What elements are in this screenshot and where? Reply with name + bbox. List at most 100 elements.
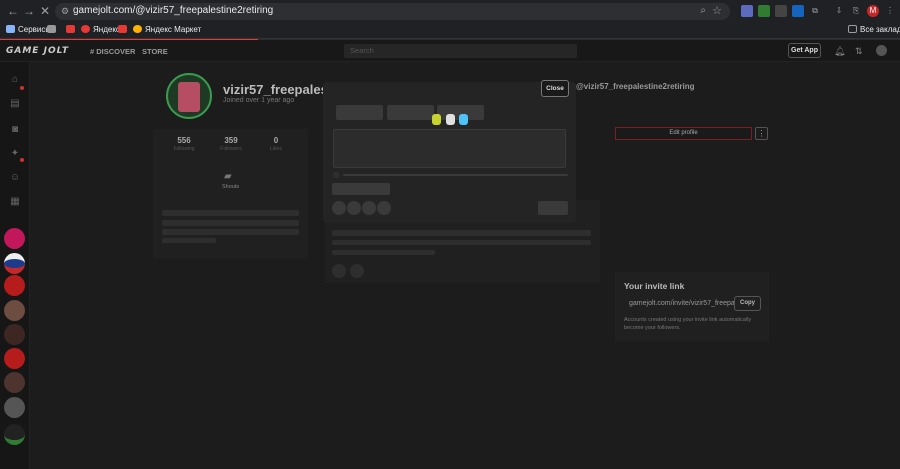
stat-likes[interactable]: 0 Likes <box>251 136 301 152</box>
bookmarks-bar: Сервисы Яндекс Яндекс Маркет Все закладк… <box>0 22 900 39</box>
back-icon[interactable]: ← <box>6 4 20 18</box>
get-app-button[interactable]: Get App <box>788 43 821 58</box>
store-icon[interactable]: ▤ <box>8 98 22 110</box>
download-icon[interactable]: ⇩ <box>833 5 845 17</box>
bookmark-item[interactable]: Сервисы <box>6 25 51 34</box>
extensions-puzzle-icon[interactable]: ⧉ <box>809 5 821 17</box>
skeleton-line <box>162 210 299 216</box>
profile-avatar[interactable]: M <box>867 5 879 17</box>
more-options-button[interactable]: ⋮ <box>755 127 768 140</box>
close-button[interactable]: Close <box>541 80 569 97</box>
url-text: gamejolt.com/@vizir57_freepalestine2reti… <box>73 5 274 16</box>
copy-button[interactable]: Copy <box>734 296 761 311</box>
skeleton-circle <box>350 264 364 278</box>
skeleton-circle[interactable] <box>347 201 361 215</box>
notification-dot <box>20 158 24 162</box>
library-icon[interactable]: ▦ <box>8 196 22 208</box>
skeleton-circle[interactable] <box>377 201 391 215</box>
left-sidebar: ⌂ ▤ ◙ ✦ ☺ ▦ <box>0 62 30 469</box>
forward-icon[interactable]: → <box>22 4 36 18</box>
skeleton-line <box>162 229 299 235</box>
profile-avatar-large[interactable] <box>166 73 212 119</box>
folder-icon <box>848 25 857 33</box>
youtube-icon <box>66 25 75 33</box>
invite-title: Your invite link <box>624 281 685 291</box>
sticker-icon[interactable] <box>432 114 441 125</box>
community-avatar[interactable] <box>4 372 25 393</box>
gamejolt-logo[interactable]: GAME JOLT <box>6 46 69 56</box>
skeleton-line <box>343 174 568 176</box>
grid-icon <box>47 25 56 33</box>
invite-note: Accounts created using your invite link … <box>624 317 752 331</box>
shouts-icon[interactable]: ▰ <box>224 171 232 182</box>
market-icon <box>133 25 142 33</box>
skeleton-circle <box>332 264 346 278</box>
backpack-icon[interactable]: ◙ <box>8 124 22 136</box>
extension-icon[interactable] <box>775 5 787 17</box>
avatar-image <box>178 82 200 112</box>
all-bookmarks[interactable]: Все закладки <box>848 25 900 34</box>
skeleton-circle[interactable] <box>332 201 346 215</box>
omnibox[interactable]: ⚙ gamejolt.com/@vizir57_freepalestine2re… <box>55 3 730 20</box>
skeleton-line <box>332 250 435 255</box>
bookmark-item[interactable] <box>118 25 130 34</box>
stop-icon[interactable]: ✕ <box>38 4 52 18</box>
stat-following[interactable]: 556 Following <box>159 136 209 152</box>
community-avatar[interactable] <box>4 300 25 321</box>
search-input[interactable]: Search <box>344 44 577 58</box>
translate-icon[interactable]: ⎘ <box>850 5 862 17</box>
skeleton-line <box>162 220 299 226</box>
skeleton-line <box>332 240 591 245</box>
post-textarea[interactable] <box>333 129 566 168</box>
extension-icon[interactable] <box>741 5 753 17</box>
yandex-icon <box>81 25 90 33</box>
zoom-icon[interactable]: ⌕ <box>700 5 706 16</box>
profile-handle: @vizir57_freepalestine2retiring <box>576 82 695 91</box>
skeleton-line <box>162 238 216 243</box>
sticker-icon[interactable] <box>446 114 455 125</box>
community-avatar[interactable] <box>4 424 25 445</box>
gj-top-nav: GAME JOLT # DISCOVER STORE Search Get Ap… <box>0 40 900 62</box>
search-placeholder: Search <box>350 46 374 55</box>
notification-dot <box>20 86 24 90</box>
profile-joined: Joined over 1 year ago <box>223 97 295 104</box>
address-bar-row: ← → ✕ ⚙ gamejolt.com/@vizir57_freepalest… <box>0 0 900 22</box>
extension-icon[interactable] <box>758 5 770 17</box>
skeleton-line <box>332 230 591 236</box>
site-info-icon[interactable]: ⚙ <box>61 6 69 17</box>
modal-tab-placeholder[interactable] <box>387 105 434 120</box>
menu-icon[interactable]: ⋮ <box>884 5 896 17</box>
bookmark-item[interactable] <box>47 25 59 34</box>
community-avatar[interactable] <box>4 348 25 369</box>
skeleton-circle[interactable] <box>362 201 376 215</box>
youtube-icon <box>118 25 127 33</box>
bookmark-item[interactable]: Яндекс <box>81 25 120 34</box>
bookmark-item[interactable]: Яндекс Маркет <box>133 25 201 34</box>
community-avatar[interactable] <box>4 228 25 249</box>
edit-profile-button[interactable]: Edit profile <box>615 127 752 140</box>
submit-button-placeholder[interactable] <box>538 201 568 215</box>
bookmark-item[interactable] <box>66 25 78 34</box>
sticker-icon[interactable] <box>459 114 468 125</box>
browser-chrome: ← → ✕ ⚙ gamejolt.com/@vizir57_freepalest… <box>0 0 900 41</box>
discover-link[interactable]: # DISCOVER <box>90 47 135 56</box>
stat-followers[interactable]: 359 Followers <box>206 136 256 152</box>
skeleton-square <box>333 172 339 178</box>
community-avatar[interactable] <box>4 397 25 418</box>
modal-tab-placeholder[interactable] <box>336 105 383 120</box>
extension-icon[interactable] <box>792 5 804 17</box>
invite-link[interactable]: gamejolt.com/invite/vizir57_freepa <box>629 300 735 307</box>
shouts-label: Shouts <box>222 184 240 190</box>
activity-icon[interactable]: ⇅ <box>855 46 863 57</box>
bookmark-star-icon[interactable]: ☆ <box>712 4 722 17</box>
community-avatar[interactable] <box>4 253 25 274</box>
user-avatar[interactable] <box>876 45 887 56</box>
skeleton-block <box>332 183 390 195</box>
bell-icon[interactable]: 🔔︎ <box>834 46 845 57</box>
home-icon[interactable]: ⌂ <box>8 74 22 86</box>
chat-icon[interactable]: ☺ <box>8 172 22 184</box>
community-avatar[interactable] <box>4 275 25 296</box>
store-link[interactable]: STORE <box>142 47 168 56</box>
apps-icon <box>6 25 15 33</box>
community-avatar[interactable] <box>4 324 25 345</box>
